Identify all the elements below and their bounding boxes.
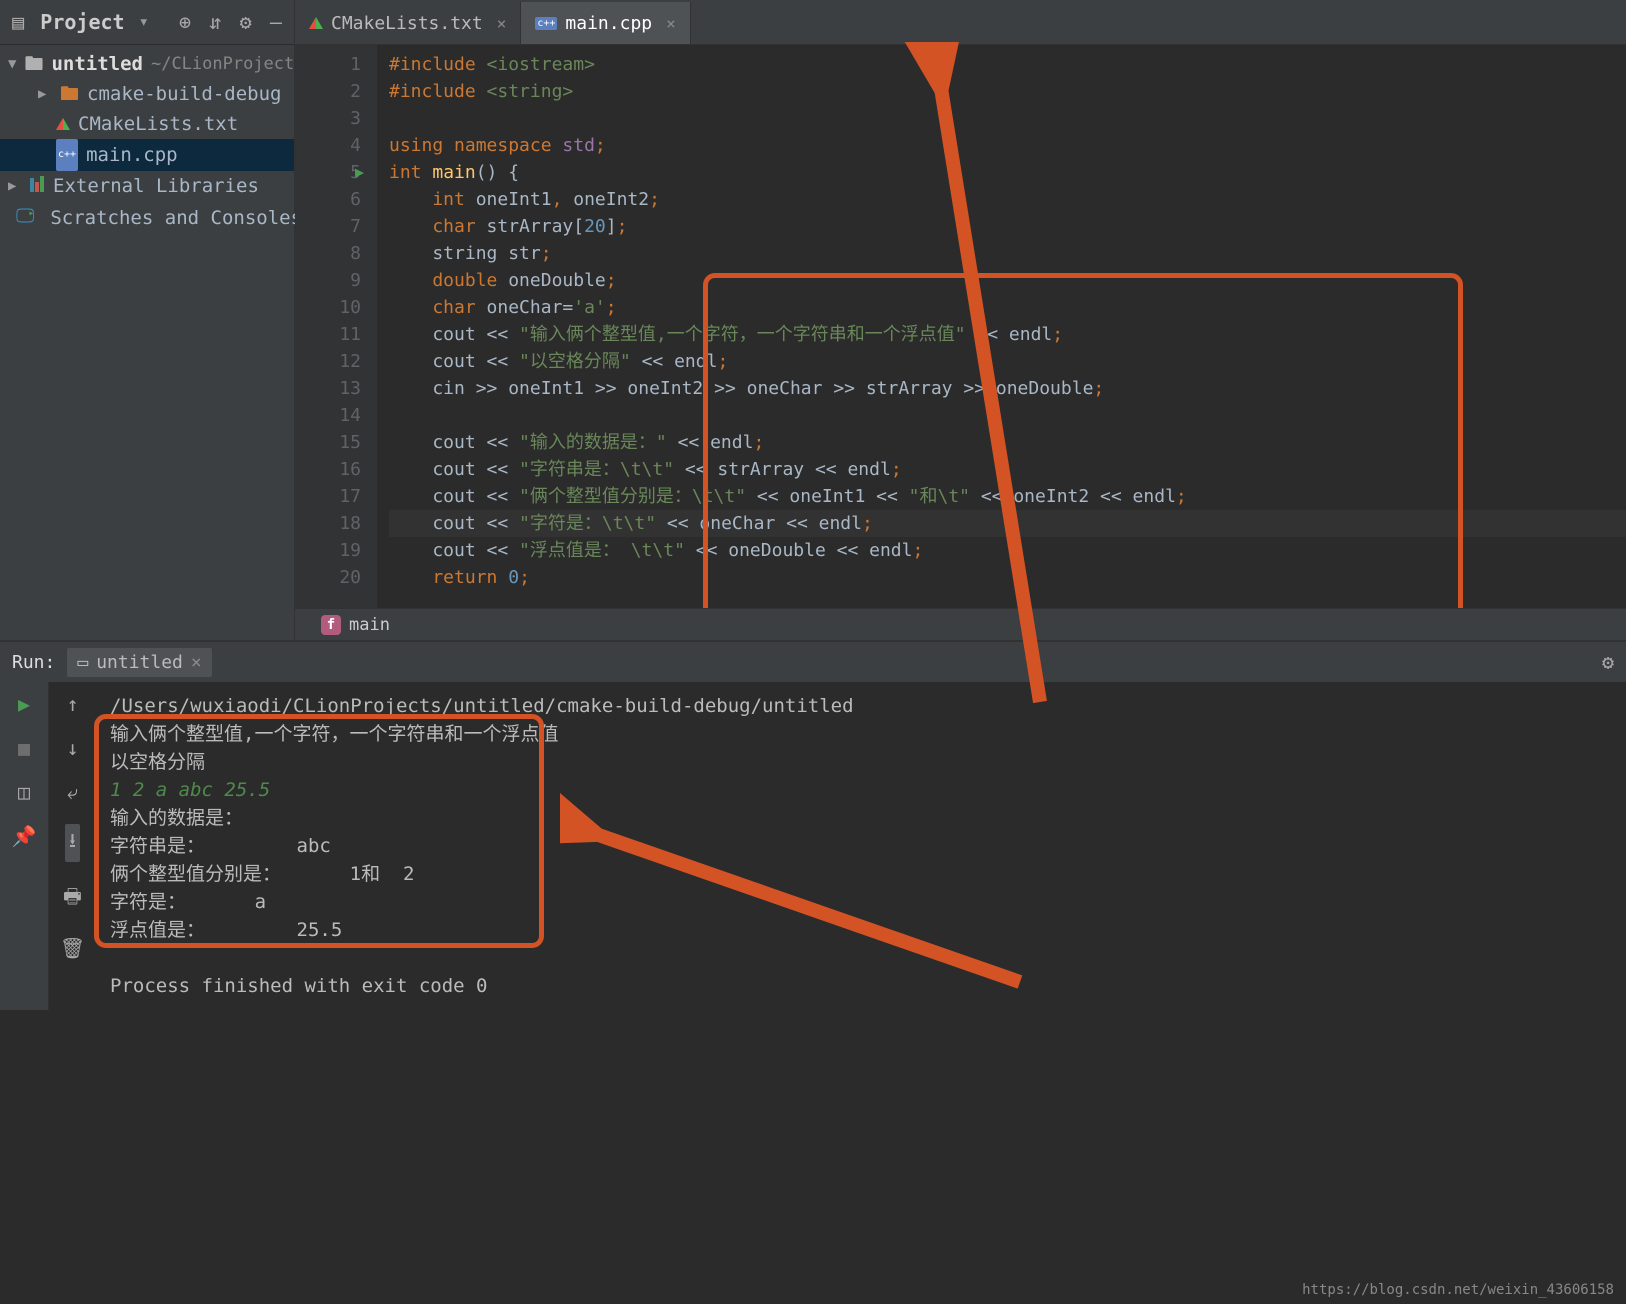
project-root-name: untitled <box>51 49 143 79</box>
tree-item-label: cmake-build-debug <box>87 79 281 109</box>
gear-icon[interactable]: ⚙ <box>1602 650 1614 674</box>
expand-icon[interactable]: ⇵ <box>207 10 223 34</box>
run-left-toolbar-2: ↑ ↓ ⤶ ⭳ 🖶 🗑 <box>48 682 96 1010</box>
up-icon[interactable]: ↑ <box>66 692 78 716</box>
editor-area: CMakeLists.txt × c++ main.cpp × 12345678… <box>295 0 1626 640</box>
run-config-label: untitled <box>96 652 183 673</box>
watermark: https://blog.csdn.net/weixin_43606158 <box>1302 1282 1614 1298</box>
run-config-tab[interactable]: ▭ untitled × <box>67 648 211 677</box>
hide-icon[interactable]: — <box>268 10 284 34</box>
wrap-icon[interactable]: ⤶ <box>67 780 78 804</box>
stop-icon[interactable]: ■ <box>18 736 30 760</box>
project-root-path: ~/CLionProjects <box>151 49 305 79</box>
cmake-icon <box>56 118 70 130</box>
run-body: ▶ ■ ◫ 📌 ↑ ↓ ⤶ ⭳ 🖶 🗑 /Users/wuxiaodi/CLio… <box>0 682 1626 1010</box>
run-panel-title: Run: <box>12 652 55 673</box>
layout-icon[interactable]: ◫ <box>18 780 30 804</box>
project-tree[interactable]: ▼🖿 untitled ~/CLionProjects ▶ 🖿 cmake-bu… <box>0 45 294 239</box>
scratches[interactable]: 🖵▸ Scratches and Consoles <box>0 201 294 235</box>
print-icon[interactable]: 🖶 <box>63 882 82 916</box>
project-toolbar-label[interactable]: Project <box>40 10 124 34</box>
down-icon[interactable]: ↓ <box>66 736 78 760</box>
project-toolbar: ▤ Project▾ ⊕ ⇵ ⚙ — <box>0 0 294 45</box>
scratches-label: Scratches and Consoles <box>50 203 302 233</box>
library-icon <box>30 171 45 201</box>
code-editor[interactable]: 1234567891011121314151617181920 ▶ #inclu… <box>295 45 1626 608</box>
tree-item-label: main.cpp <box>86 140 178 170</box>
target-icon[interactable]: ⊕ <box>177 10 193 34</box>
cpp-icon: c++ <box>56 139 78 171</box>
rerun-icon[interactable]: ▶ <box>18 692 30 716</box>
console-output[interactable]: /Users/wuxiaodi/CLionProjects/untitled/c… <box>96 682 1626 1010</box>
gear-icon[interactable]: ⚙ <box>237 10 253 34</box>
tree-file-cmake[interactable]: CMakeLists.txt <box>0 109 294 139</box>
editor-tabs: CMakeLists.txt × c++ main.cpp × <box>295 0 1626 45</box>
function-icon: f <box>321 615 341 635</box>
external-libraries-label: External Libraries <box>53 171 259 201</box>
project-sidebar: ▤ Project▾ ⊕ ⇵ ⚙ — ▼🖿 untitled ~/CLionPr… <box>0 0 295 640</box>
tab-main[interactable]: c++ main.cpp × <box>521 2 690 44</box>
breadcrumb[interactable]: f main <box>295 608 1626 640</box>
line-gutter: 1234567891011121314151617181920 <box>295 45 377 608</box>
trash-icon[interactable]: 🗑 <box>60 936 85 960</box>
cmake-icon <box>309 17 323 29</box>
external-libraries[interactable]: ▶ External Libraries <box>0 171 294 201</box>
tab-label: main.cpp <box>565 13 652 34</box>
run-gutter-icon[interactable]: ▶ <box>355 163 364 181</box>
tree-folder-build[interactable]: ▶ 🖿 cmake-build-debug <box>0 79 294 109</box>
tree-file-main[interactable]: c++ main.cpp <box>0 139 294 171</box>
main-split: ▤ Project▾ ⊕ ⇵ ⚙ — ▼🖿 untitled ~/CLionPr… <box>0 0 1626 640</box>
app-icon: ▭ <box>77 652 88 673</box>
run-header: Run: ▭ untitled × ⚙ <box>0 642 1626 682</box>
tab-cmakelists[interactable]: CMakeLists.txt × <box>295 2 521 44</box>
run-panel: Run: ▭ untitled × ⚙ ▶ ■ ◫ 📌 ↑ ↓ ⤶ ⭳ 🖶 🗑 … <box>0 640 1626 1010</box>
cpp-icon: c++ <box>535 17 557 30</box>
project-root[interactable]: ▼🖿 untitled ~/CLionProjects <box>0 49 294 79</box>
tab-label: CMakeLists.txt <box>331 13 483 34</box>
close-icon[interactable]: × <box>191 652 202 673</box>
code-content[interactable]: #include <iostream>#include <string> usi… <box>377 45 1626 608</box>
scroll-end-icon[interactable]: ⭳ <box>65 824 80 862</box>
pin-icon[interactable]: 📌 <box>12 824 37 848</box>
close-icon[interactable]: × <box>666 14 676 33</box>
breadcrumb-label: main <box>349 615 390 635</box>
close-icon[interactable]: × <box>497 14 507 33</box>
run-left-toolbar: ▶ ■ ◫ 📌 <box>0 682 48 1010</box>
project-dropdown-icon[interactable]: ▤ <box>10 10 26 34</box>
scratch-icon: 🖵▸ <box>16 201 40 235</box>
tree-item-label: CMakeLists.txt <box>78 109 238 139</box>
